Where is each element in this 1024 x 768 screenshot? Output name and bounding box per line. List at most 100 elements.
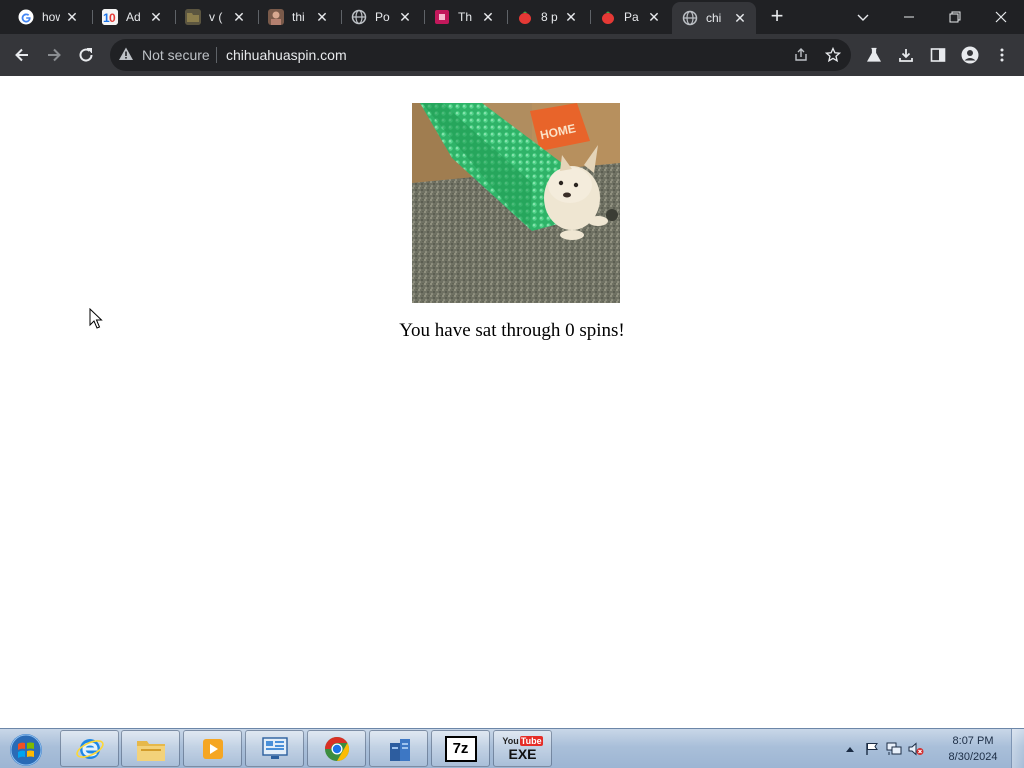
minimize-icon xyxy=(904,16,914,18)
tab-thi[interactable]: thi ✕ xyxy=(258,4,338,30)
tab-title: Ad xyxy=(126,10,141,24)
reload-icon xyxy=(79,48,93,62)
clock-date: 8/30/2024 xyxy=(948,751,998,763)
tab-pa[interactable]: Pa ✕ xyxy=(590,4,670,30)
clock-time: 8:07 PM xyxy=(952,735,994,747)
forward-button[interactable] xyxy=(40,41,68,69)
arrow-right-icon xyxy=(48,48,61,62)
tab-th[interactable]: Th ✕ xyxy=(424,4,504,30)
close-icon[interactable]: ✕ xyxy=(480,9,496,25)
tab-po[interactable]: Po ✕ xyxy=(341,4,421,30)
system-tray xyxy=(843,729,927,768)
taskbar-chrome[interactable] xyxy=(307,730,366,767)
share-icon[interactable] xyxy=(791,45,811,65)
taskbar-ie[interactable] xyxy=(60,730,119,767)
close-window-button[interactable] xyxy=(978,0,1024,34)
globe-icon xyxy=(682,10,698,26)
show-hidden-icons-button[interactable] xyxy=(843,746,857,752)
tab-title: Th xyxy=(458,10,473,24)
taskbar-explorer[interactable] xyxy=(121,730,180,767)
tab-title: chi xyxy=(706,11,722,25)
url-text[interactable]: chihuahuaspin.com xyxy=(226,47,347,63)
tab-v[interactable]: v ( ✕ xyxy=(175,4,255,30)
volume-muted-icon xyxy=(908,742,924,756)
chevron-down-icon xyxy=(857,14,869,21)
flag-icon xyxy=(866,743,878,755)
svg-text:0: 0 xyxy=(109,11,116,25)
chihuahua-image: HOME xyxy=(412,103,620,303)
tab-ad[interactable]: 10 Ad ✕ xyxy=(92,4,172,30)
bookmark-star-icon[interactable] xyxy=(823,45,843,65)
ten-badge-icon: 10 xyxy=(102,9,118,25)
arrow-left-icon xyxy=(15,48,28,62)
taskbar-media-player[interactable] xyxy=(183,730,242,767)
youtube-exe-icon: You Tube EXE xyxy=(502,735,543,762)
close-icon[interactable]: ✕ xyxy=(148,9,164,25)
close-icon[interactable]: ✕ xyxy=(231,9,247,25)
tab-how[interactable]: how ✕ xyxy=(8,4,88,30)
reload-button[interactable] xyxy=(72,41,100,69)
tab-title: thi xyxy=(292,10,305,24)
google-icon xyxy=(18,9,34,25)
divider xyxy=(216,47,217,63)
youtube-label: You Tube xyxy=(502,735,543,746)
action-center-button[interactable] xyxy=(861,742,883,756)
close-icon[interactable]: ✕ xyxy=(732,10,748,26)
close-icon[interactable]: ✕ xyxy=(314,9,330,25)
warning-icon[interactable] xyxy=(118,46,134,67)
new-tab-button[interactable]: + xyxy=(766,5,788,28)
windows-taskbar: 7z You Tube EXE 8:07 PM 8/30/2024 xyxy=(0,728,1024,768)
address-bar[interactable]: Not secure chihuahuaspin.com xyxy=(110,39,851,71)
download-icon xyxy=(899,49,913,62)
taskbar-server-manager[interactable] xyxy=(369,730,428,767)
server-manager-icon xyxy=(389,738,410,761)
tab-strip: how ✕ 10 Ad ✕ v ( ✕ thi ✕ Po ✕ Th ✕ 8 p … xyxy=(0,0,1024,34)
profile-icon xyxy=(961,46,979,64)
close-icon[interactable]: ✕ xyxy=(646,9,662,25)
tab-title: Po xyxy=(375,10,390,24)
side-panel-button[interactable] xyxy=(924,41,952,69)
show-desktop-button[interactable] xyxy=(1011,729,1024,768)
taskbar-control-panel[interactable] xyxy=(245,730,304,767)
media-player-icon xyxy=(202,738,223,759)
globe-icon xyxy=(351,9,367,25)
close-icon xyxy=(995,11,1007,23)
close-icon[interactable]: ✕ xyxy=(563,9,579,25)
kebab-menu-icon xyxy=(1000,48,1004,62)
red-fruit-icon xyxy=(600,9,616,25)
taskbar-youtube-exe[interactable]: You Tube EXE xyxy=(493,730,552,767)
close-icon[interactable]: ✕ xyxy=(397,9,413,25)
folder-thumbnail-icon xyxy=(185,9,201,25)
tab-search-button[interactable] xyxy=(840,0,886,34)
tab-title: how xyxy=(42,10,60,24)
network-button[interactable] xyxy=(883,742,905,756)
tab-chihuahuaspin[interactable]: chi ✕ xyxy=(672,2,756,34)
network-icon xyxy=(886,742,902,755)
labs-button[interactable] xyxy=(860,41,888,69)
menu-button[interactable] xyxy=(988,41,1016,69)
control-panel-icon xyxy=(261,736,288,759)
profile-button[interactable] xyxy=(956,41,984,69)
volume-button[interactable] xyxy=(905,742,927,756)
exe-label: EXE xyxy=(508,745,537,762)
mouse-cursor-icon xyxy=(89,307,103,335)
close-icon[interactable]: ✕ xyxy=(64,9,80,25)
back-button[interactable] xyxy=(8,41,36,69)
chrome-icon xyxy=(324,736,349,761)
taskbar-7zip[interactable]: 7z xyxy=(431,730,490,767)
tab-title: 8 p xyxy=(541,10,558,24)
windows-logo-icon xyxy=(10,734,42,766)
downloads-button[interactable] xyxy=(892,41,920,69)
minimize-button[interactable] xyxy=(886,0,932,34)
start-button[interactable] xyxy=(6,731,46,767)
system-clock[interactable]: 8:07 PM 8/30/2024 xyxy=(938,733,1008,765)
side-panel-icon xyxy=(930,48,946,62)
tab-8p[interactable]: 8 p ✕ xyxy=(507,4,587,30)
red-fruit-icon xyxy=(517,9,533,25)
security-status-label[interactable]: Not secure xyxy=(142,47,210,63)
flask-icon xyxy=(866,47,882,62)
web-page: HOME You have sat through 0 spins! xyxy=(0,76,1024,728)
restore-button[interactable] xyxy=(932,0,978,34)
pink-square-icon xyxy=(434,9,450,25)
chevron-up-icon xyxy=(846,747,854,752)
